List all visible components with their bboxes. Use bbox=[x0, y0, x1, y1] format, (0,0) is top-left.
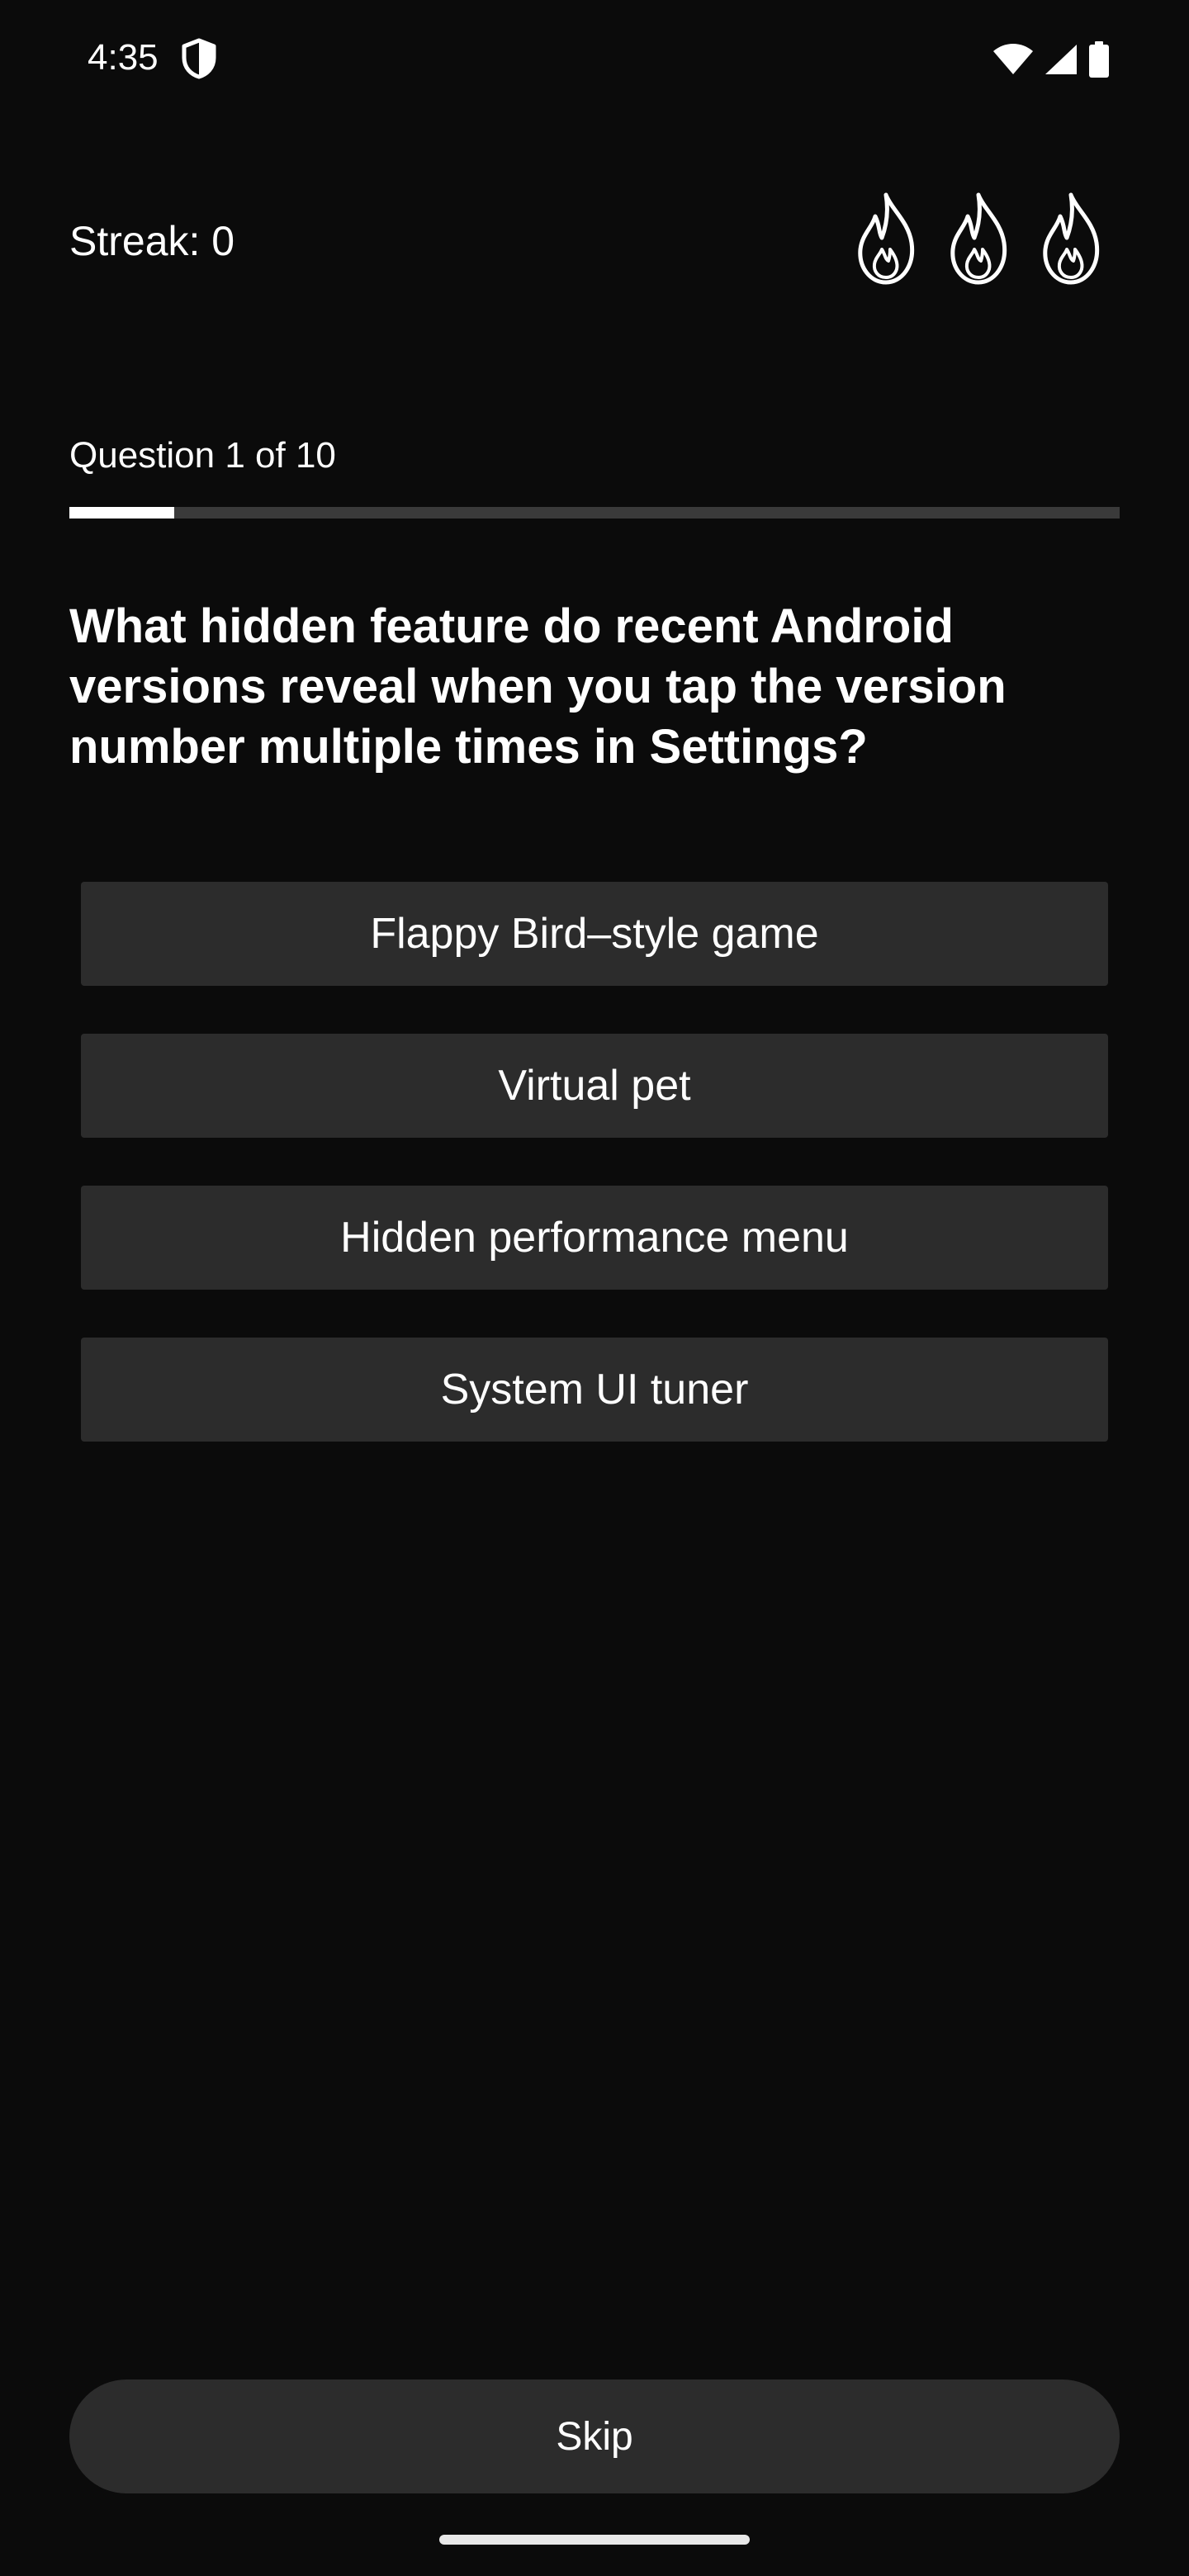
shield-icon bbox=[180, 38, 218, 79]
answer-option-button[interactable]: Hidden performance menu bbox=[81, 1186, 1108, 1290]
question-progress-fill bbox=[69, 507, 175, 519]
answer-option-button[interactable]: System UI tuner bbox=[81, 1338, 1108, 1442]
streak-label: Streak: 0 bbox=[69, 218, 235, 264]
lives-indicator bbox=[854, 192, 1103, 286]
flame-icon bbox=[1039, 192, 1103, 286]
answer-option-button[interactable]: Flappy Bird–style game bbox=[81, 882, 1108, 986]
flame-icon bbox=[946, 192, 1011, 286]
battery-icon bbox=[1088, 41, 1110, 78]
question-counter: Question 1 of 10 bbox=[69, 435, 336, 476]
status-time: 4:35 bbox=[88, 37, 159, 78]
wifi-icon bbox=[992, 43, 1034, 76]
answer-option-button[interactable]: Virtual pet bbox=[81, 1034, 1108, 1138]
status-icons bbox=[992, 40, 1110, 79]
skip-button[interactable]: Skip bbox=[69, 2379, 1120, 2493]
question-text: What hidden feature do recent Android ve… bbox=[69, 599, 1007, 774]
answer-options: Flappy Bird–style game Virtual pet Hidde… bbox=[81, 882, 1108, 1489]
cellular-signal-icon bbox=[1044, 43, 1078, 76]
gesture-navigation-handle[interactable] bbox=[439, 2535, 750, 2545]
question-progress-bar bbox=[69, 507, 1120, 519]
flame-icon bbox=[854, 192, 918, 286]
status-bar: 4:35 bbox=[0, 0, 1189, 116]
